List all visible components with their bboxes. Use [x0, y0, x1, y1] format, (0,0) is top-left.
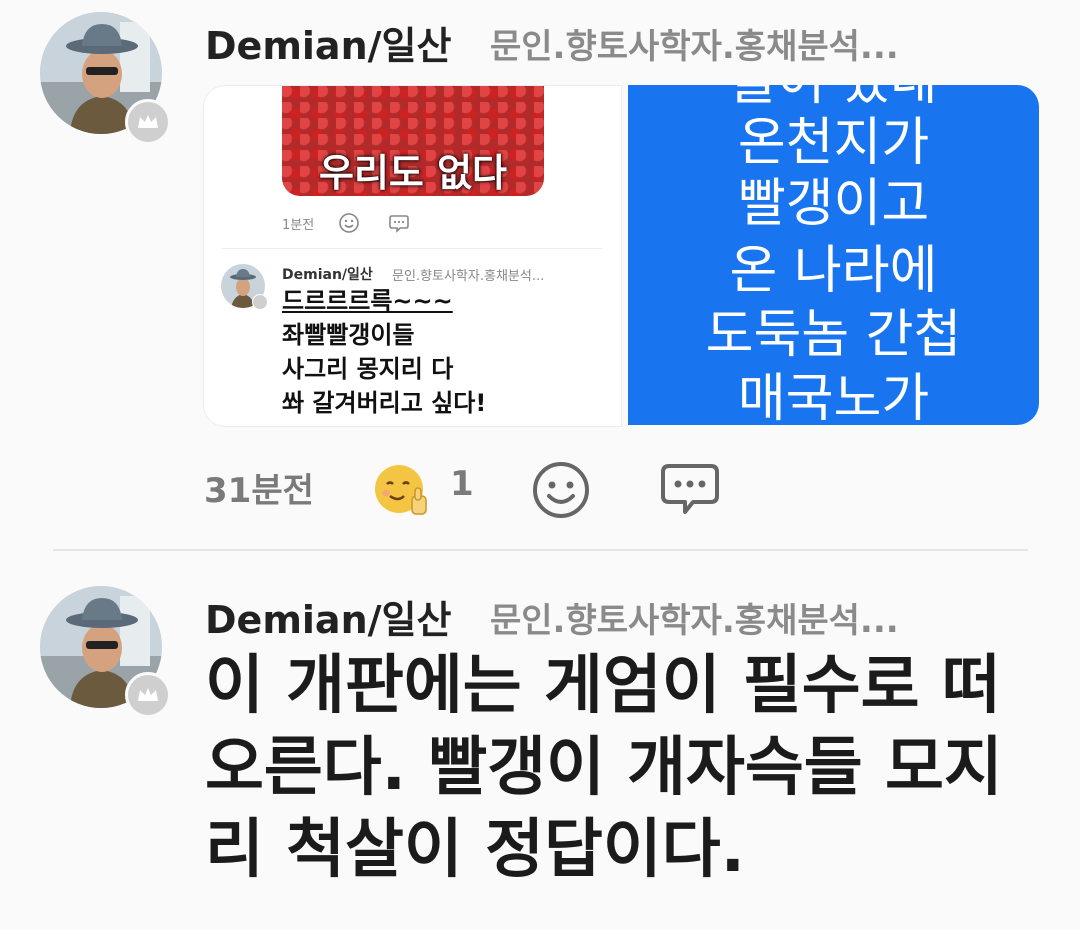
blue-text-line: 도둑놈 간첩	[705, 305, 962, 365]
crown-icon	[138, 115, 158, 128]
reply-line: 쏴 갈겨버리고 싶다!	[282, 389, 487, 417]
blue-text-line: 들어 있네	[628, 85, 1039, 113]
crowd-image: 우리도 없다	[282, 86, 544, 196]
image-embedded-screenshot[interactable]: 우리도 없다 1분전 Demian/일산 문인.향토사학자.홍채분석... 드르…	[203, 85, 622, 427]
author-name[interactable]: Demian/일산	[205, 589, 451, 644]
image-caption: 우리도 없다	[318, 151, 508, 195]
embedded-smiley-icon	[339, 213, 359, 233]
post-body: 이 개판에는 게엄이 필수로 떠오른다. 빨갱이 개자슥들 모지리 척살이 정답…	[205, 649, 1003, 887]
blue-text-line: 온 나라에	[729, 241, 938, 301]
reply-line: 드르르르륵~~~	[282, 287, 453, 315]
blue-text-line: 온천지가	[737, 113, 930, 173]
embedded-reply-name: Demian/일산	[282, 267, 373, 283]
crown-badge	[125, 99, 171, 145]
thumbs-up-smiley-icon	[375, 465, 427, 515]
embedded-comment-icon	[389, 215, 409, 233]
reaction-count: 1	[450, 464, 474, 504]
comment-icon[interactable]	[659, 460, 721, 520]
post-time: 31분전	[204, 471, 314, 511]
blue-text-line: 매국노가	[737, 369, 930, 425]
author-name[interactable]: Demian/일산	[205, 15, 451, 70]
add-reaction-smiley-icon[interactable]	[530, 459, 592, 521]
reply-line: 사그리 몽지리 다	[282, 355, 454, 383]
post-1: Demian/일산 문인.향토사학자.홍채분석... 우리도 없다 1분전 De…	[0, 0, 1080, 549]
embedded-crown-badge	[252, 294, 268, 310]
embedded-reply-text: 드르르르륵~~~ 좌빨빨갱이들 사그리 몽지리 다 쏴 갈겨버리고 싶다!	[282, 284, 486, 420]
image-blue-text[interactable]: 들어 있네 온천지가 빨갱이고 온 나라에 도둑놈 간첩 매국노가	[628, 85, 1039, 425]
reply-line: 좌빨빨갱이들	[282, 321, 415, 349]
reaction-button[interactable]: 1	[372, 462, 482, 518]
author-subtitle: 문인.향토사학자.홍채분석...	[490, 601, 899, 641]
crown-badge	[125, 672, 171, 718]
embedded-time: 1분전	[282, 218, 315, 233]
blue-text-line: 빨갱이고	[737, 174, 930, 234]
embedded-divider	[222, 248, 602, 249]
author-subtitle: 문인.향토사학자.홍채분석...	[490, 27, 899, 67]
crown-icon	[138, 688, 158, 701]
embedded-reply-subtitle: 문인.향토사학자.홍채분석...	[392, 269, 545, 284]
